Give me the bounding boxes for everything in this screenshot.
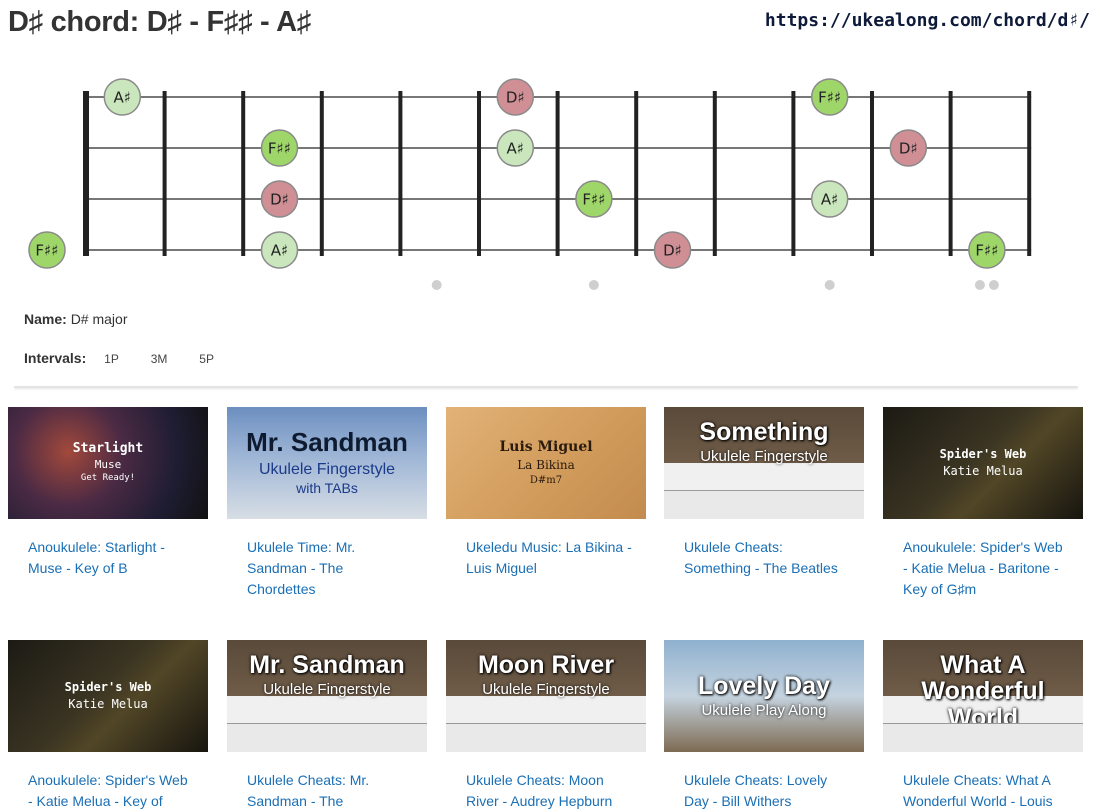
note-label: A♯ [821,191,839,209]
note-label: F♯♯ [35,242,58,260]
tab-staff-strip [446,723,646,752]
chord-name-value: D# major [70,311,128,327]
chord-name-row: Name: D# major [24,311,127,327]
video-title-link[interactable]: Ukulele Cheats: Moon River - Audrey Hepb… [446,770,647,812]
video-title-link[interactable]: Anoukulele: Spider's Web - Katie Melua -… [8,770,209,812]
video-thumbnail[interactable]: Lovely Day Ukulele Play Along [664,640,864,752]
video-card[interactable]: Spider's Web Katie Melua Anoukulele: Spide… [8,640,209,812]
thumbnail-title: Lovely Day [697,671,830,700]
note-fifth: A♯ [496,129,535,167]
thumbnail-subtitle: Ukulele Fingerstyle [263,681,391,699]
fret-marker-dot [988,280,999,290]
note-label: D♯ [899,140,918,158]
fret-marker-dot [974,280,985,290]
thumbnail-title: Spider's Web [939,447,1027,462]
video-card[interactable]: Moon River Ukulele Fingerstyle Ukulele Che… [446,640,647,812]
fretboard-diagram: F♯♯ A♯ D♯ F♯♯ F♯♯ A♯ D♯ D♯ F♯♯ A♯ A♯ D♯ F♯♯ [28,78,1032,290]
video-thumbnail[interactable]: Mr. Sandman Ukulele Fingerstyle with TABs [227,407,427,519]
thumbnail-subtitle: Katie Melua [943,463,1023,478]
note-third: F♯♯ [968,231,1006,269]
thumbnail-subtitle: La Bikina [517,457,575,472]
video-title-link[interactable]: Ukulele Cheats: Something - The Beatles [664,537,865,579]
video-thumbnail[interactable]: Luis Miguel La Bikina D#m7 [446,407,646,519]
video-card[interactable]: Something Ukulele Fingerstyle Ukulele Chea… [664,407,865,579]
thumbnail-title: Spider's Web [64,680,152,695]
note-root: D♯ [653,231,692,269]
video-title-link[interactable]: Ukeledu Music: La Bikina - Luis Miguel [446,537,647,579]
thumbnail-title: Mr. Sandman [249,651,405,679]
note-third: F♯♯ [260,129,299,167]
thumbnail-subtitle: Ukulele Play Along [701,701,827,719]
note-third: F♯♯ [28,231,66,269]
video-title-link[interactable]: Ukulele Cheats: Lovely Day - Bill Wither… [664,770,865,812]
video-title-link[interactable]: Ukulele Cheats: Mr. Sandman - The [227,770,428,812]
thumbnail-extra: with TABs [296,480,358,497]
tab-staff-strip [664,490,864,519]
video-card[interactable]: Starlight Muse Get Ready! Anoukulele: Starl… [8,407,209,579]
thumbnail-title: Luis Miguel [499,439,593,456]
video-title-link[interactable]: Anoukulele: Spider's Web - Katie Melua -… [883,537,1084,600]
video-card[interactable]: Lovely Day Ukulele Play Along Ukulele Chea… [664,640,865,812]
video-card[interactable]: What A Wonderful WorldUkulele Fingerstyl… [883,640,1084,812]
interval-third: 3M [150,352,168,366]
video-thumbnail[interactable]: Starlight Muse Get Ready! [8,407,208,519]
video-card[interactable]: Mr. Sandman Ukulele Fingerstyle with TABs U… [227,407,428,600]
note-label: F♯♯ [818,89,841,107]
tab-staff-strip [883,723,1083,752]
thumbnail-subtitle: Ukulele Fingerstyle [482,681,610,699]
note-root: D♯ [496,78,535,116]
interval-root: 1P [104,352,119,366]
note-fifth: A♯ [810,180,849,218]
fret-marker-dot [431,280,442,290]
thumbnail-title: What A Wonderful World [921,651,1045,732]
thumbnail-subtitle: Katie Melua [68,696,148,711]
section-divider [14,386,1078,388]
video-thumbnail[interactable]: Moon River Ukulele Fingerstyle [446,640,646,752]
note-label: A♯ [507,140,525,158]
page-url[interactable]: https://ukealong.com/chord/d♯/ [765,10,1090,31]
chord-name-label: Name: [24,311,67,327]
fret-marker-dot [588,280,599,290]
video-title-link[interactable]: Ukulele Time: Mr. Sandman - The Chordett… [227,537,428,600]
tab-staff-strip [227,723,427,752]
note-label: F♯♯ [975,242,998,260]
video-thumbnail[interactable]: Something Ukulele Fingerstyle [664,407,864,519]
video-thumbnail[interactable]: Spider's Web Katie Melua [883,407,1083,519]
note-label: D♯ [270,191,289,209]
intervals-row: Intervals: 1P 3M 5P [24,350,214,366]
note-label: A♯ [114,89,132,107]
note-label: F♯♯ [582,191,605,209]
thumbnail-extra: D#m7 [529,474,563,486]
thumbnail-title: Something [699,418,829,446]
video-thumbnail[interactable]: What A Wonderful WorldUkulele Fingerstyl… [883,640,1083,752]
thumbnail-subtitle: Ukulele Fingerstyle [700,448,828,466]
page-title: D♯ chord: D♯ - F♯♯ - A♯ [8,6,311,38]
video-title-link[interactable]: Anoukulele: Starlight - Muse - Key of B [8,537,209,579]
note-fifth: A♯ [260,231,299,269]
note-label: A♯ [271,242,289,260]
note-label: F♯♯ [268,140,291,158]
thumbnail-title: Moon River [477,651,615,679]
thumbnail-title: Starlight [72,440,144,456]
video-card[interactable]: Luis Miguel La Bikina D#m7 Ukeledu Music: L… [446,407,647,579]
note-fifth: A♯ [103,78,142,116]
video-thumbnail[interactable]: Spider's Web Katie Melua [8,640,208,752]
intervals-label: Intervals: [24,350,87,366]
note-label: D♯ [506,89,525,107]
note-label: D♯ [663,242,682,260]
video-thumbnail[interactable]: Mr. Sandman Ukulele Fingerstyle [227,640,427,752]
thumbnail-subtitle: Muse [94,458,122,472]
note-root: D♯ [889,129,928,167]
video-card[interactable]: Spider's Web Katie Melua Anoukulele: Spide… [883,407,1084,600]
thumbnail-subtitle: Ukulele Fingerstyle [258,460,396,478]
note-root: D♯ [260,180,299,218]
thumbnail-title: Mr. Sandman [246,427,408,458]
note-third: F♯♯ [810,78,849,116]
video-title-link[interactable]: Ukulele Cheats: What A Wonderful World -… [883,770,1084,812]
interval-fifth: 5P [199,352,214,366]
fret-marker-dot [824,280,835,290]
video-card[interactable]: Mr. Sandman Ukulele Fingerstyle Ukulele Ch… [227,640,428,812]
note-third: F♯♯ [575,180,613,218]
thumbnail-extra: Get Ready! [80,473,136,484]
